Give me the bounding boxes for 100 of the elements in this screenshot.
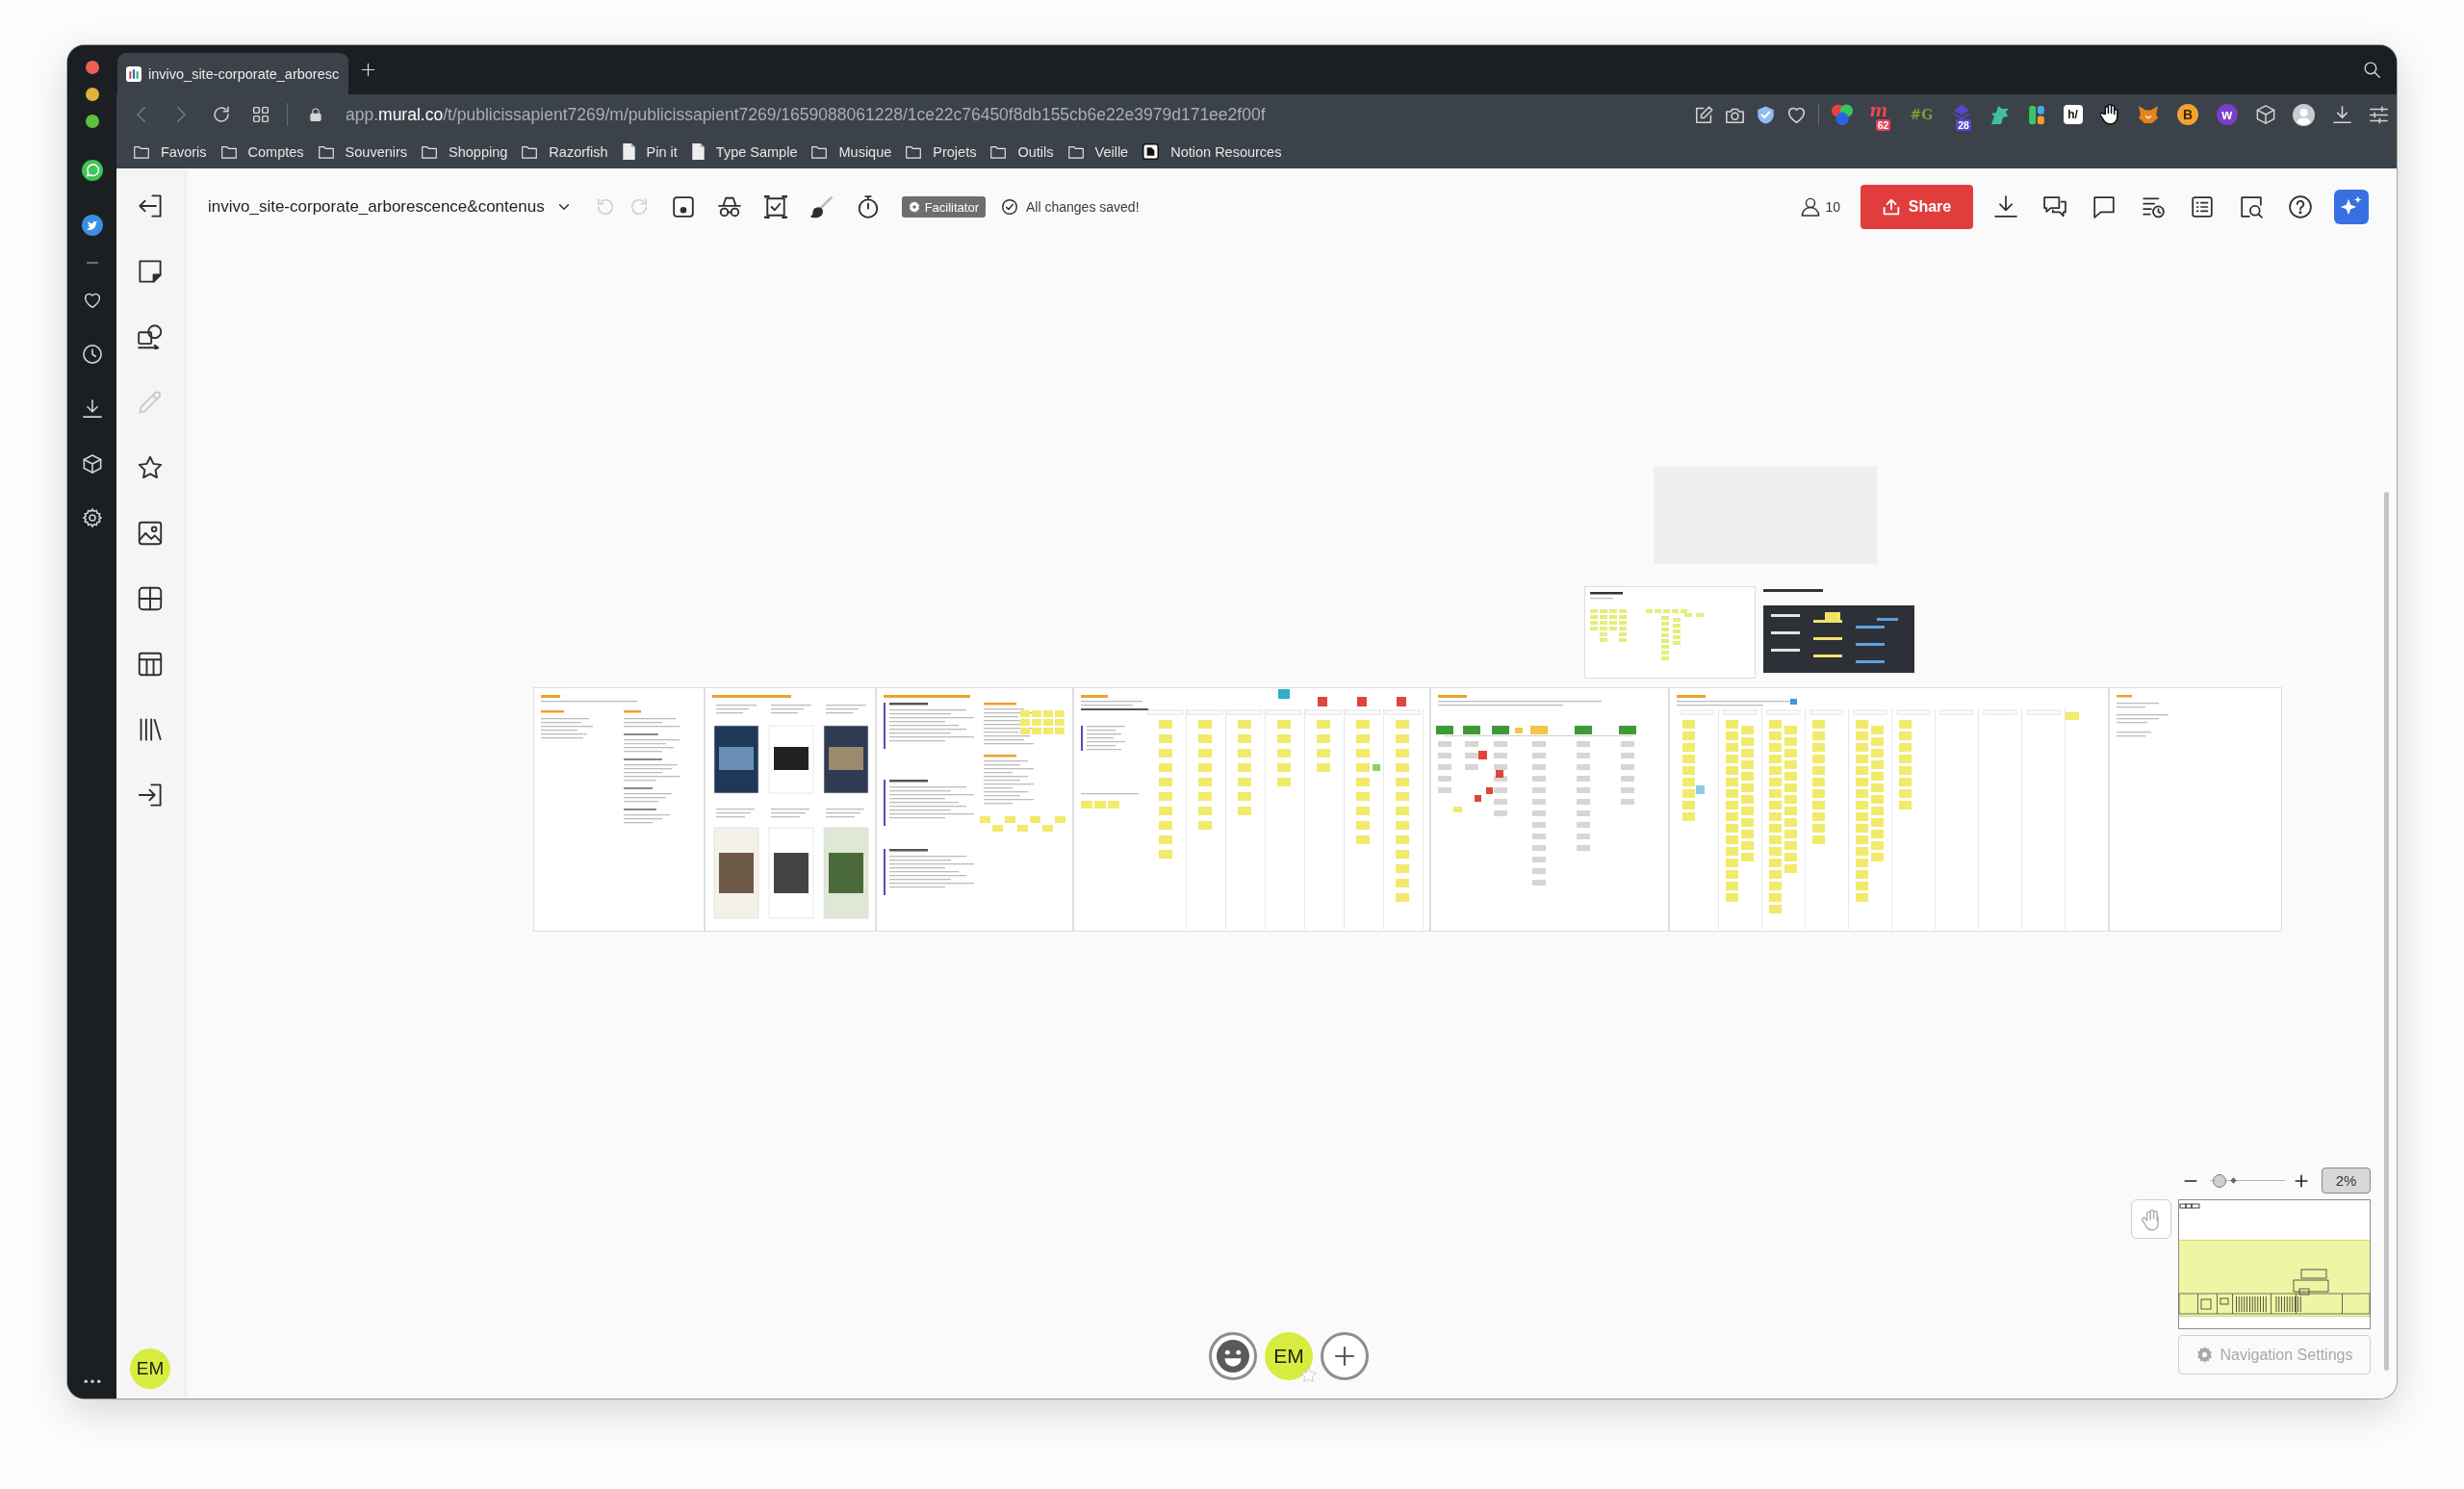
settings-icon[interactable]	[82, 508, 102, 527]
scrollbar[interactable]	[2384, 492, 2389, 1371]
brush-icon[interactable]	[809, 195, 834, 218]
folder-icon	[990, 143, 1007, 160]
profile-icon[interactable]	[2293, 103, 2316, 126]
sticky-note-icon[interactable]	[138, 259, 163, 284]
outline-icon[interactable]	[2191, 195, 2214, 218]
bookmark[interactable]: Projets	[906, 143, 979, 160]
folder-icon	[134, 143, 149, 160]
activity-icon[interactable]	[2142, 195, 2165, 218]
window-zoom-icon[interactable]	[85, 115, 99, 128]
shapes-icon[interactable]	[138, 324, 163, 349]
extension-button[interactable]: B	[2177, 104, 2198, 125]
facilitator-button[interactable]: Facilitator	[901, 196, 986, 218]
color-circles-icon[interactable]	[1831, 104, 1853, 125]
grid-icon[interactable]	[138, 586, 163, 611]
folder-icon	[318, 143, 334, 160]
bookmark[interactable]: Favoris	[134, 143, 209, 160]
board-title[interactable]: invivo_site-corporate_arborescence&contenus	[208, 197, 545, 217]
search-icon[interactable]	[2240, 195, 2263, 218]
zoom-in-icon[interactable]	[2295, 1173, 2308, 1188]
sliders-icon[interactable]	[2370, 105, 2388, 124]
bookmark[interactable]: Veille	[1067, 143, 1131, 160]
books-icon[interactable]	[138, 717, 163, 742]
whatsapp-icon[interactable]	[81, 160, 103, 181]
bookmark[interactable]: Type Sample	[691, 143, 800, 160]
reload-icon[interactable]	[213, 106, 230, 123]
participants-button[interactable]: 10	[1801, 197, 1840, 217]
shield-icon[interactable]	[1756, 105, 1775, 124]
slider-thumb[interactable]	[2213, 1173, 2227, 1188]
tiles-icon[interactable]	[2027, 104, 2045, 125]
heart-icon[interactable]	[83, 292, 101, 309]
new-tab-icon[interactable]	[361, 63, 376, 77]
more-icon[interactable]	[83, 1378, 101, 1383]
page-icon	[622, 143, 635, 160]
window-close-icon[interactable]	[85, 61, 99, 74]
window-minimize-icon[interactable]	[85, 88, 99, 101]
plus-icon	[1334, 1346, 1355, 1367]
twitter-icon[interactable]	[81, 215, 103, 236]
bookmark[interactable]: Shopping	[422, 143, 510, 160]
gear-icon	[908, 201, 920, 213]
smiley-icon	[1217, 1340, 1249, 1373]
cube-icon[interactable]	[82, 454, 102, 474]
bookmark[interactable]: Notion Resources	[1142, 143, 1284, 160]
incognito-icon[interactable]	[717, 195, 741, 218]
edit-icon[interactable]	[1694, 105, 1713, 124]
apps-grid-icon[interactable]	[252, 106, 270, 123]
save-status: All changes saved!	[1026, 199, 1140, 215]
page-icon	[691, 143, 705, 160]
user-avatar[interactable]: EM	[130, 1348, 170, 1389]
reactions-button[interactable]	[1209, 1332, 1257, 1380]
exit-icon[interactable]	[138, 193, 163, 218]
folder-icon	[422, 143, 438, 160]
image-icon[interactable]	[138, 521, 163, 546]
upload-icon	[1882, 198, 1900, 216]
folder-icon	[1067, 143, 1084, 160]
history-icon[interactable]	[82, 345, 102, 364]
gear-icon	[2195, 1347, 2213, 1363]
bookmark[interactable]: Souvenirs	[318, 143, 410, 160]
download-icon[interactable]	[1994, 195, 2017, 218]
folder-icon	[811, 143, 828, 160]
stopwatch-icon[interactable]	[856, 195, 880, 218]
sparkle-icon[interactable]	[2334, 190, 2369, 224]
bookmark[interactable]: Outils	[990, 143, 1056, 160]
address-field[interactable]: app.mural.co/t/publicissapient7269/m/publicissapient7269/1659088061228/1ce22c76450f8db155cb6e22e3979d171ee2f00f	[346, 104, 1266, 125]
heart-icon[interactable]	[1786, 105, 1806, 124]
share-button[interactable]: Share	[1861, 185, 1973, 229]
star-icon[interactable]	[138, 455, 163, 480]
count-badge: 28	[1956, 119, 1971, 131]
comment-icon[interactable]	[2092, 195, 2116, 218]
browser-tab[interactable]: invivo_site-corporate_arboresc	[117, 53, 349, 94]
folder-icon	[906, 143, 922, 160]
frame-icon[interactable]	[671, 195, 695, 218]
help-icon[interactable]	[2289, 195, 2312, 218]
fox-icon[interactable]	[2138, 105, 2160, 124]
search-icon[interactable]	[2364, 62, 2380, 78]
lock-icon	[309, 108, 322, 121]
zoom-level-button[interactable]: 2%	[2322, 1168, 2371, 1194]
hand-icon[interactable]	[2100, 104, 2120, 125]
bookmark[interactable]: Pin it	[622, 143, 680, 160]
table-icon[interactable]	[138, 652, 163, 677]
bookmark[interactable]: Razorfish	[522, 143, 610, 160]
extension-button[interactable]: w	[2216, 104, 2238, 125]
check-circle-icon	[1002, 199, 1017, 215]
checkbox-square-icon[interactable]	[763, 195, 787, 218]
bookmark[interactable]: Musique	[811, 143, 894, 160]
cube-icon[interactable]	[2255, 105, 2275, 124]
extension-button[interactable]: h/	[2063, 105, 2083, 124]
count-badge: 62	[1875, 119, 1891, 131]
person-icon	[1801, 197, 1821, 217]
dinosaur-icon[interactable]	[1990, 104, 2011, 125]
minimap[interactable]	[2178, 1199, 2371, 1329]
invite-button[interactable]	[1321, 1332, 1369, 1380]
folder-icon	[220, 143, 237, 160]
notion-icon	[1142, 143, 1160, 160]
folder-icon	[522, 143, 538, 160]
import-icon[interactable]	[138, 783, 163, 808]
bookmark[interactable]: Comptes	[220, 143, 306, 160]
chat-icon[interactable]	[2043, 195, 2066, 218]
diamond-marker-icon	[2230, 1177, 2237, 1184]
